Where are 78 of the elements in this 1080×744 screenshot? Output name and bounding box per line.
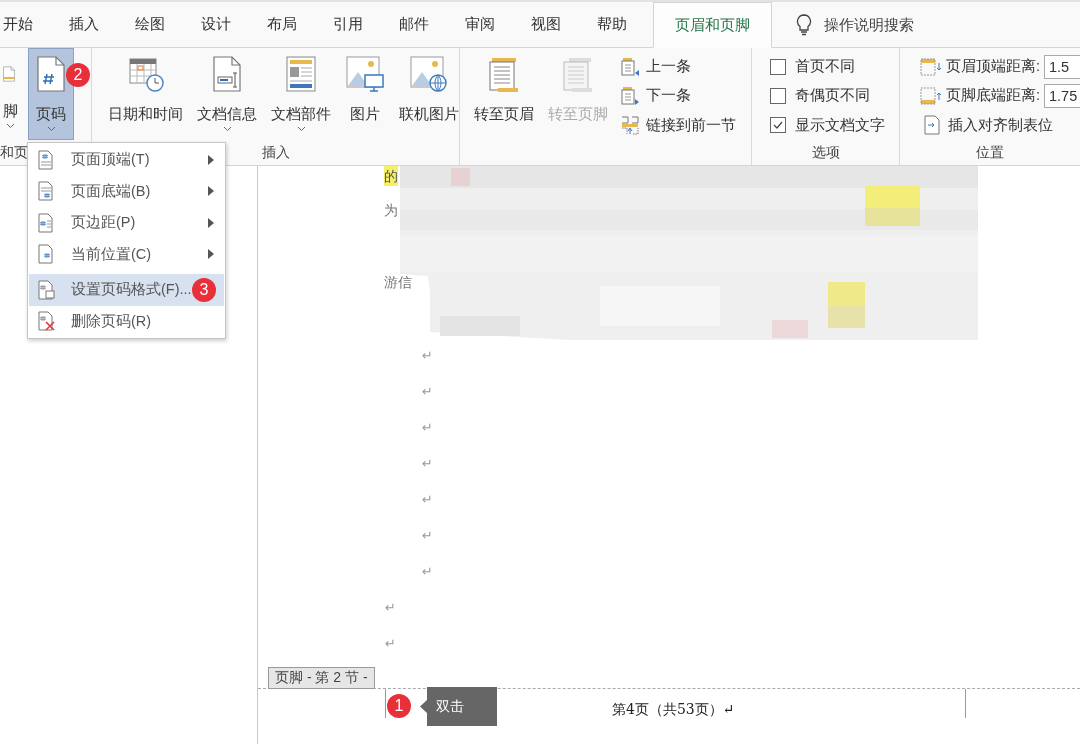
field-label: 页眉顶端距离:	[946, 57, 1041, 77]
page-bottom-icon	[37, 181, 55, 202]
group-label: 和页	[0, 143, 28, 162]
ribbon-tab[interactable]: 帮助	[579, 2, 645, 47]
step-badge: 3	[192, 278, 216, 302]
tooltip: 双击	[420, 687, 497, 726]
ribbon-button[interactable]: 链接到前一节	[618, 110, 738, 140]
ribbon-tab[interactable]: 布局	[249, 2, 315, 47]
input-field[interactable]: 1.5	[1044, 54, 1080, 79]
link-previous-icon	[620, 115, 640, 136]
ribbon-button[interactable]: 页码	[28, 48, 74, 140]
document-text: 为	[384, 201, 398, 220]
ribbon-button[interactable]: 脚	[0, 48, 20, 140]
ribbon-tab[interactable]: 开始	[0, 2, 51, 47]
menu-item[interactable]: 设置页码格式(F)... 3	[29, 273, 224, 306]
group-label: 位置	[976, 143, 1004, 162]
lightbulb-icon	[796, 13, 812, 36]
ribbon-button[interactable]: 日期和时间	[104, 48, 187, 140]
checkbox-label: 显示文档文字	[795, 115, 885, 135]
tab-stop-icon	[922, 115, 942, 136]
document-text: 游信	[384, 273, 412, 292]
checkbox-label: 奇偶页不同	[795, 86, 870, 106]
checkbox[interactable]	[770, 88, 786, 104]
ribbon-tab[interactable]: 视图	[513, 2, 579, 47]
ribbon-button[interactable]: 下一条	[618, 81, 738, 111]
paragraph-mark: ↵	[422, 563, 433, 581]
current-position-icon	[37, 244, 55, 265]
ribbon-button[interactable]: 转至页眉	[470, 48, 538, 140]
field-label: 页脚底端距离:	[946, 86, 1041, 106]
group-label: 插入	[261, 143, 290, 162]
group-label: 选项	[811, 143, 840, 162]
paragraph-mark: ↵	[422, 383, 433, 401]
checkbox[interactable]	[770, 58, 786, 75]
menu-item[interactable]: 页面底端(B)	[29, 175, 224, 207]
format-page-number-icon	[37, 279, 55, 300]
previous-icon	[620, 56, 640, 77]
ribbon-button[interactable]: 上一条	[618, 52, 738, 82]
paragraph-mark: ↵	[422, 527, 433, 545]
input-field[interactable]: 1.75	[1044, 84, 1080, 108]
paragraph-mark: ↵	[422, 491, 433, 509]
footer-distance-icon	[920, 86, 942, 106]
checkbox-label: 首页不同	[795, 57, 855, 77]
ribbon-tab[interactable]: 引用	[315, 2, 381, 47]
ribbon-button[interactable]: 联机图片	[395, 48, 463, 140]
paragraph-mark: ↵	[422, 455, 433, 473]
ribbon-tab[interactable]: 邮件	[381, 2, 447, 47]
calendar-clock-icon	[126, 55, 165, 93]
paragraph-mark: ↵	[385, 635, 396, 653]
paragraph-mark: ↵	[385, 599, 396, 617]
ribbon-tab[interactable]: 页眉和页脚	[653, 2, 772, 48]
menu-item[interactable]: 页边距(P)	[29, 207, 224, 239]
menu-item[interactable]: 当前位置(C)	[29, 238, 224, 270]
paragraph-mark: ↵	[422, 419, 433, 437]
footer-label: 页脚 - 第 2 节 -	[268, 667, 375, 689]
remove-page-number-icon	[37, 311, 55, 332]
ribbon-button[interactable]: 图片	[341, 48, 389, 140]
step-badge: 2	[66, 63, 90, 87]
next-icon	[620, 86, 640, 106]
ribbon-tab[interactable]: 插入	[51, 2, 117, 47]
checkbox[interactable]	[770, 117, 786, 134]
search-field[interactable]: 操作说明搜索	[822, 15, 936, 34]
online-picture-icon	[409, 55, 449, 93]
ribbon-button[interactable]: 文档部件	[267, 48, 335, 140]
menu-item[interactable]: 页面顶端(T)	[29, 144, 224, 176]
picture-icon	[345, 55, 385, 93]
ribbon-button[interactable]: 文档信息	[193, 48, 261, 140]
paragraph-mark: ↵	[422, 347, 433, 365]
page-number-text: 第4页（共53页）↵	[612, 701, 735, 719]
ribbon-tab[interactable]: 绘图	[117, 2, 183, 47]
step-badge: 1	[387, 694, 411, 718]
ribbon-tab[interactable]: 设计	[183, 2, 249, 47]
menu-item[interactable]: 删除页码(R)	[29, 305, 224, 337]
page-margin-icon	[37, 212, 55, 233]
page-top-icon	[37, 149, 55, 170]
ribbon-button[interactable]: 插入对齐制表位	[920, 110, 1080, 140]
header-distance-icon	[920, 56, 942, 77]
document-text: 的	[384, 166, 398, 186]
ribbon-tab[interactable]: 审阅	[447, 2, 513, 47]
